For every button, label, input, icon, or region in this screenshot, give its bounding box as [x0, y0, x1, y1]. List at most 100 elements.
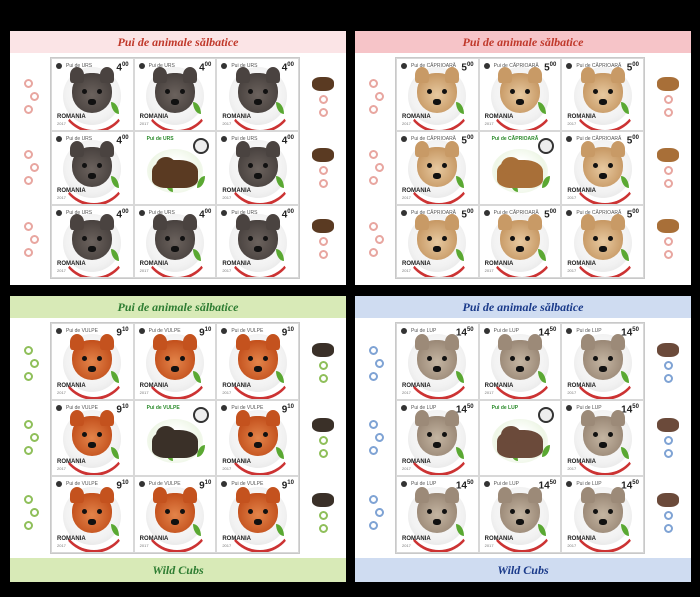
- track-icon: [56, 404, 62, 411]
- eye-right: [262, 355, 268, 361]
- eye-left: [164, 89, 170, 95]
- eye-left: [427, 509, 433, 515]
- ear-right: [100, 410, 115, 427]
- eye-left: [592, 355, 598, 361]
- ear-right: [527, 487, 542, 504]
- eye-left: [82, 89, 88, 95]
- right-margin: [651, 326, 685, 550]
- eye-left: [247, 355, 253, 361]
- face-value: 500: [627, 135, 639, 146]
- track-group: [22, 221, 39, 257]
- paw-print-icon: [374, 358, 384, 368]
- ear-right: [265, 487, 280, 504]
- nose: [433, 245, 442, 252]
- animal-face: [497, 487, 542, 534]
- nose: [515, 365, 524, 372]
- face-value-fraction: 10: [121, 480, 129, 487]
- stamp: Pui de LUP 1450 ROMANIA 2017: [561, 399, 644, 477]
- country-name: ROMANIA: [57, 459, 86, 466]
- right-margin: [306, 326, 340, 550]
- issue-year: 2017: [484, 542, 494, 548]
- stamp: Pui de CĂPRIOARĂ 500 ROMANIA 2017: [478, 204, 562, 278]
- ear-right: [527, 213, 542, 230]
- face-value-fraction: 00: [549, 208, 557, 215]
- nose: [515, 99, 524, 106]
- eye-left: [164, 355, 170, 361]
- ear-left: [70, 213, 85, 230]
- ear-left: [580, 333, 595, 350]
- mini-animal-icon: [312, 417, 334, 432]
- stamp: Pui de URS 400 ROMANIA 2017: [51, 131, 134, 205]
- face-value: 500: [544, 62, 556, 73]
- nose: [253, 519, 262, 526]
- paw-print-icon: [663, 107, 673, 117]
- eye-right: [97, 432, 103, 438]
- ear-left: [415, 140, 430, 157]
- stamp-sheet-roe: Pui de animale sălbatice Pui de CĂPRIOARĂ…: [355, 31, 691, 285]
- track-icon: [483, 328, 490, 334]
- nose: [598, 99, 607, 106]
- paw-print-icon: [368, 150, 378, 160]
- paw-print-icon: [29, 92, 39, 102]
- ear-left: [152, 213, 167, 230]
- issue-year: 2017: [222, 194, 232, 200]
- nose: [88, 245, 97, 252]
- issue-year: 2017: [222, 389, 232, 395]
- eye-right: [262, 162, 268, 168]
- stamp: Pui de LUP 1450 ROMANIA 2017: [396, 323, 479, 400]
- eye-right: [524, 89, 530, 95]
- issue-year: 2017: [567, 121, 577, 127]
- ear-right: [265, 410, 280, 427]
- paw-print-icon: [368, 446, 378, 456]
- ear-right: [445, 213, 460, 230]
- country-name: ROMANIA: [222, 382, 251, 389]
- mini-animal-icon: [312, 147, 334, 162]
- stamp: Pui de CĂPRIOARĂ 500 ROMANIA 2017: [561, 58, 644, 132]
- ear-right: [610, 333, 625, 350]
- ear-right: [182, 67, 197, 84]
- track-group: [367, 79, 384, 115]
- track-icon: [566, 404, 573, 411]
- nose: [598, 519, 607, 526]
- paw-print-icon: [368, 521, 378, 531]
- face-value: 500: [627, 62, 639, 73]
- paw-print-icon: [368, 105, 378, 115]
- eye-right: [262, 235, 268, 241]
- paw-print-icon: [318, 165, 328, 175]
- vignette-label: Pui de LUP: [491, 404, 519, 411]
- stamp-grid: Pui de VULPE 910 ROMANIA 2017 Pui de VULPE 91…: [50, 322, 300, 554]
- ear-right: [445, 140, 460, 157]
- ear-left: [497, 333, 512, 350]
- paw-print-icon: [368, 176, 378, 186]
- eye-left: [427, 432, 433, 438]
- nose: [88, 99, 97, 106]
- paw-print-icon: [193, 138, 210, 155]
- mini-animal-icon: [657, 417, 679, 432]
- stamp: Pui de LUP 1450 ROMANIA 2017: [396, 399, 479, 477]
- animal-face: [580, 140, 625, 187]
- stamp: Pui de CĂPRIOARĂ 500 ROMANIA 2017: [396, 58, 479, 132]
- track-icon: [221, 63, 228, 69]
- face-value: 910: [282, 327, 294, 338]
- eye-right: [97, 235, 103, 241]
- issue-year: 2017: [402, 121, 411, 127]
- eye-right: [607, 162, 613, 168]
- ear-right: [265, 140, 280, 157]
- issue-year: 2017: [567, 389, 577, 395]
- paw-print-icon: [23, 371, 33, 381]
- face-value-fraction: 50: [466, 403, 474, 410]
- ear-left: [235, 67, 250, 84]
- stamp: Pui de VULPE 910 ROMANIA 2017: [51, 399, 134, 477]
- ear-right: [182, 213, 197, 230]
- issue-year: 2017: [139, 542, 149, 548]
- nose: [88, 442, 97, 449]
- issue-year: 2017: [402, 194, 411, 200]
- stamp: Pui de CĂPRIOARĂ 500 ROMANIA 2017: [396, 204, 479, 278]
- eye-right: [607, 509, 613, 515]
- paw-print-icon: [368, 79, 378, 89]
- face-value-fraction: 50: [549, 480, 557, 487]
- face-value-fraction: 50: [632, 327, 639, 333]
- face-value: 910: [116, 327, 128, 338]
- track-group: [22, 420, 39, 456]
- eye-right: [607, 89, 613, 95]
